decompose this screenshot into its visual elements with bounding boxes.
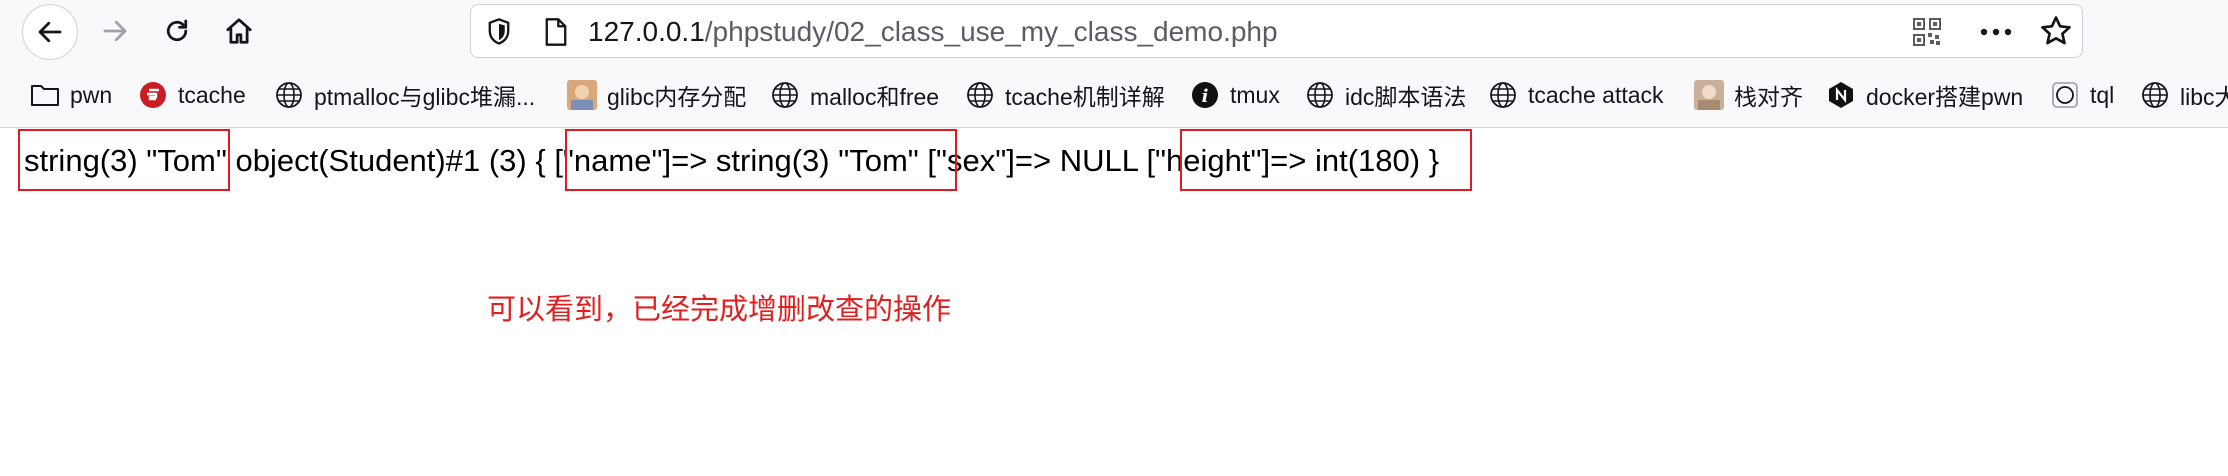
bookmark-pwn[interactable]: pwn xyxy=(30,75,112,115)
bookmark-label: 栈对齐 xyxy=(1734,84,1803,110)
bookmark-tql[interactable]: tql xyxy=(2050,75,2114,115)
bookmark-label: ptmalloc与glibc堆漏... xyxy=(314,84,536,110)
bookmark-label: glibc内存分配 xyxy=(607,84,747,110)
bookmark-tcache[interactable]: tcache xyxy=(138,75,246,115)
bookmark-label: malloc和free xyxy=(810,84,940,110)
bookmarks-toolbar: pwn tcache ptmalloc与glibc堆漏... glibc内存分配… xyxy=(0,62,2228,128)
tracking-protection-icon[interactable] xyxy=(485,17,513,52)
info-icon: i xyxy=(1190,80,1220,110)
bookmark-malloc-free[interactable]: malloc和free xyxy=(770,75,939,115)
bookmark-label: idc脚本语法 xyxy=(1345,84,1467,110)
bookmark-star-icon[interactable] xyxy=(2039,14,2073,53)
home-button[interactable] xyxy=(214,6,264,56)
bookmark-ptmalloc[interactable]: ptmalloc与glibc堆漏... xyxy=(274,75,535,115)
url-path: /phpstudy/02_class_use_my_class_demo.php xyxy=(704,16,1278,47)
reload-icon xyxy=(166,19,188,42)
bookmark-docker-pwn[interactable]: docker搭建pwn xyxy=(1826,75,2023,115)
bookmark-glibc[interactable]: glibc内存分配 xyxy=(567,75,746,115)
bookmark-label: docker搭建pwn xyxy=(1866,84,2024,110)
bookmark-label: libc大 xyxy=(2180,84,2228,110)
circle-outline-icon xyxy=(2050,80,2080,110)
highlight-box-string xyxy=(18,129,230,191)
bookmark-label: tcache attack xyxy=(1528,81,1664,108)
bookmark-tmux[interactable]: i tmux xyxy=(1190,75,1280,115)
qr-code-icon[interactable] xyxy=(1913,18,1941,51)
avatar-image-icon xyxy=(567,80,597,110)
globe-icon xyxy=(770,80,800,110)
highlight-box-height xyxy=(1180,129,1472,191)
bookmark-label: tcache xyxy=(178,81,246,108)
globe-icon xyxy=(1488,80,1518,110)
url-text[interactable]: 127.0.0.1/phpstudy/02_class_use_my_class… xyxy=(588,17,1278,47)
url-host: 127.0.0.1 xyxy=(588,16,705,47)
hexagon-n-icon xyxy=(1826,80,1856,110)
svg-text:i: i xyxy=(1202,86,1209,107)
bookmark-label: tmux xyxy=(1230,81,1280,108)
globe-icon xyxy=(274,80,304,110)
globe-icon xyxy=(2140,80,2170,110)
output-object-header: object(Student)#1 (3) { xyxy=(226,143,555,178)
more-options-icon[interactable] xyxy=(1979,18,2013,51)
gitee-logo-icon xyxy=(138,80,168,110)
folder-icon xyxy=(30,80,60,110)
page-info-icon[interactable] xyxy=(543,17,569,52)
arrow-left-icon xyxy=(38,21,62,43)
bookmark-libc[interactable]: libc大 xyxy=(2140,75,2228,115)
annotation-text: 可以看到，已经完成增删改查的操作 xyxy=(487,292,952,326)
avatar-image-icon xyxy=(1694,80,1724,110)
bookmark-label: tcache机制详解 xyxy=(1005,84,1165,110)
address-bar[interactable]: 127.0.0.1/phpstudy/02_class_use_my_class… xyxy=(470,4,2083,58)
bookmark-idc[interactable]: idc脚本语法 xyxy=(1305,75,1466,115)
globe-icon xyxy=(1305,80,1335,110)
home-icon xyxy=(226,18,252,44)
arrow-right-icon xyxy=(103,20,127,42)
bookmark-stack-align[interactable]: 栈对齐 xyxy=(1694,75,1803,115)
forward-button[interactable] xyxy=(90,6,140,56)
globe-icon xyxy=(965,80,995,110)
bookmark-label: pwn xyxy=(70,81,113,108)
bookmark-tcache-attack[interactable]: tcache attack xyxy=(1488,75,1664,115)
bookmark-tcache-mechanism[interactable]: tcache机制详解 xyxy=(965,75,1165,115)
back-button[interactable] xyxy=(22,4,78,60)
bookmark-label: tql xyxy=(2090,81,2115,108)
browser-toolbar: 127.0.0.1/phpstudy/02_class_use_my_class… xyxy=(0,0,2228,62)
reload-button[interactable] xyxy=(152,6,202,56)
highlight-box-name xyxy=(565,129,957,191)
